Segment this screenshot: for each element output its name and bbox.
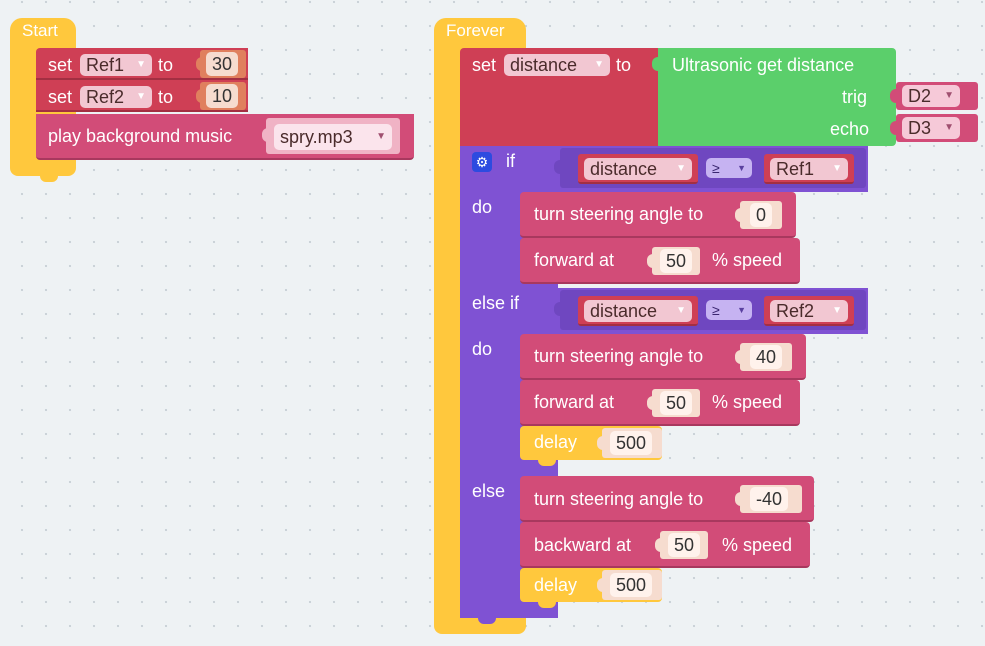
cond2-left-value: distance <box>590 301 658 321</box>
start-title: Start <box>22 21 58 40</box>
backward-speed-input-3[interactable]: 50 <box>668 533 701 557</box>
delay-label: delay <box>534 575 578 595</box>
cond1-operator-dropdown[interactable]: ≥ ▼ <box>706 158 752 178</box>
ref1-value-input[interactable]: 30 <box>206 52 239 76</box>
cond2-operator: ≥ <box>712 302 720 318</box>
ref1-var-name: Ref1 <box>86 55 125 75</box>
to-label: to <box>158 87 174 107</box>
chevron-down-icon: ▼ <box>676 305 686 316</box>
speed-unit-label: % speed <box>712 250 783 270</box>
speed-unit-label: % speed <box>712 392 783 412</box>
chevron-down-icon: ▼ <box>594 59 604 70</box>
set-label: set <box>472 55 497 75</box>
cond2-operator-dropdown[interactable]: ≥ ▼ <box>706 300 752 320</box>
cond1-left-value: distance <box>590 159 658 179</box>
forward-label: forward at <box>534 250 615 270</box>
steer-label: turn steering angle to <box>534 346 704 366</box>
steer-label: turn steering angle to <box>534 204 704 224</box>
cond1-operator: ≥ <box>712 160 720 176</box>
ref2-var-name: Ref2 <box>86 87 125 107</box>
steer-label: turn steering angle to <box>534 489 704 509</box>
cond2-right-dropdown[interactable]: Ref2 ▼ <box>770 300 848 322</box>
chevron-down-icon: ▼ <box>832 305 842 316</box>
trig-label: trig <box>842 87 868 107</box>
steer-angle-input-3[interactable]: -40 <box>750 487 789 511</box>
echo-pin-dropdown[interactable]: D3 ▼ <box>902 117 960 139</box>
if-label: if <box>506 151 515 171</box>
to-label: to <box>616 55 632 75</box>
steer-angle-input-1[interactable]: 0 <box>750 203 773 227</box>
echo-label: echo <box>830 119 870 139</box>
cond1-left-dropdown[interactable]: distance ▼ <box>584 158 692 180</box>
chevron-down-icon: ▼ <box>376 131 386 142</box>
chevron-down-icon: ▼ <box>676 163 686 174</box>
to-label: to <box>158 55 174 75</box>
cond1-right-dropdown[interactable]: Ref1 ▼ <box>770 158 848 180</box>
ultrasonic-label: Ultrasonic get distance <box>672 55 855 75</box>
backward-label: backward at <box>534 535 632 555</box>
distance-dropdown[interactable]: distance ▼ <box>504 54 610 76</box>
gear-icon[interactable]: ⚙ <box>472 152 492 172</box>
else-label: else <box>472 481 506 501</box>
cond2-left-dropdown[interactable]: distance ▼ <box>584 300 692 322</box>
cond2-right-value: Ref2 <box>776 301 815 321</box>
trig-pin-dropdown[interactable]: D2 ▼ <box>902 85 960 107</box>
music-file-name: spry.mp3 <box>280 127 353 147</box>
set-label: set <box>48 87 73 107</box>
echo-pin-value: D3 <box>908 118 932 138</box>
chevron-down-icon: ▼ <box>944 122 954 133</box>
do-label: do <box>472 339 493 359</box>
chevron-down-icon: ▼ <box>136 59 146 70</box>
delay-input-2[interactable]: 500 <box>610 431 653 455</box>
ref2-value-input[interactable]: 10 <box>206 84 239 108</box>
chevron-down-icon: ▼ <box>832 163 842 174</box>
forward-speed-input-1[interactable]: 50 <box>660 249 693 273</box>
chevron-down-icon: ▼ <box>136 91 146 102</box>
forward-label: forward at <box>534 392 615 412</box>
cond1-right-value: Ref1 <box>776 159 815 179</box>
elseif-label: else if <box>472 293 520 313</box>
set-label: set <box>48 55 73 75</box>
chevron-down-icon: ▼ <box>944 90 954 101</box>
ref1-dropdown[interactable]: Ref1 ▼ <box>80 54 152 76</box>
do-label: do <box>472 197 493 217</box>
trig-pin-value: D2 <box>908 86 932 106</box>
forward-speed-input-2[interactable]: 50 <box>660 391 693 415</box>
ref2-dropdown[interactable]: Ref2 ▼ <box>80 86 152 108</box>
chevron-down-icon: ▼ <box>737 305 746 315</box>
distance-var-name: distance <box>510 55 578 75</box>
steer-angle-input-2[interactable]: 40 <box>750 345 783 369</box>
delay-input-3[interactable]: 500 <box>610 573 653 597</box>
forever-title: Forever <box>446 21 505 40</box>
play-music-label: play background music <box>48 126 233 146</box>
delay-label: delay <box>534 432 578 452</box>
chevron-down-icon: ▼ <box>737 163 746 173</box>
music-file-dropdown[interactable]: spry.mp3 ▼ <box>274 124 392 150</box>
speed-unit-label: % speed <box>722 535 793 555</box>
